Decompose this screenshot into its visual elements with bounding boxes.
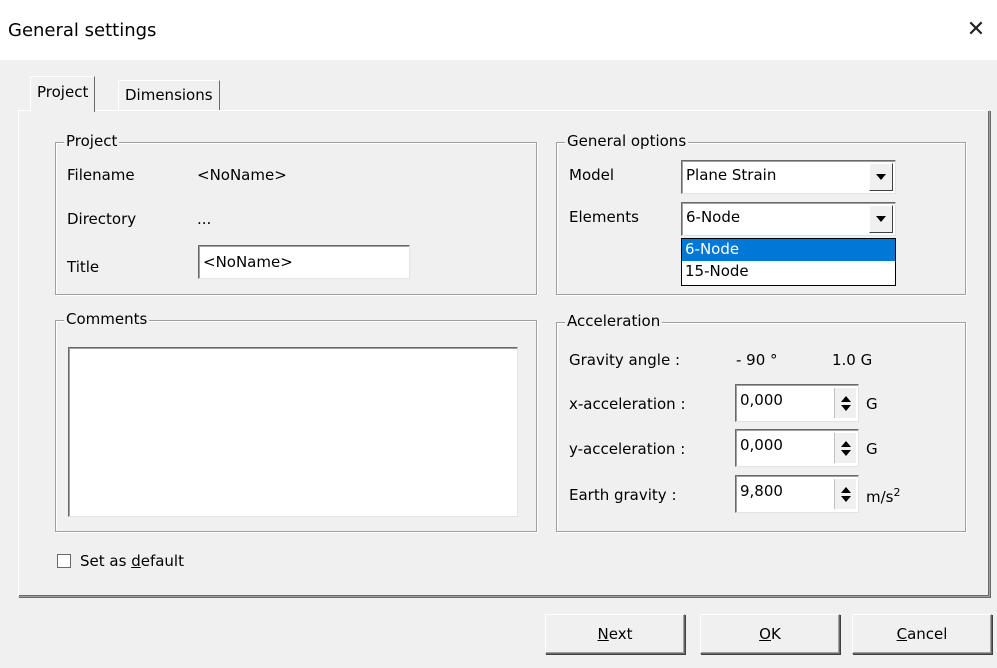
earth-gravity-unit-exponent: 2 [893, 486, 901, 499]
cancel-accel: C [896, 625, 908, 643]
title-bar: General settings ✕ [0, 0, 997, 60]
next-accel: N [597, 625, 609, 643]
elements-select-value: 6-Node [686, 208, 741, 226]
gravity-angle-label: Gravity angle : [569, 351, 680, 369]
next-rest: ext [608, 625, 633, 643]
y-acceleration-label: y-acceleration : [569, 440, 686, 458]
x-acceleration-spinner[interactable]: 0,000 [735, 384, 859, 422]
project-group-title: Project [64, 132, 120, 150]
ok-rest: K [770, 625, 781, 643]
earth-gravity-value: 9,800 [740, 482, 783, 500]
tab-project-label: Project [37, 83, 89, 101]
arrow-up-icon [840, 440, 851, 447]
title-input[interactable] [198, 245, 410, 279]
chevron-down-icon [876, 174, 886, 180]
close-icon[interactable]: ✕ [961, 14, 991, 44]
tab-project[interactable]: Project [30, 76, 96, 112]
y-acceleration-stepper[interactable] [834, 433, 856, 463]
set-as-default-label[interactable]: Set as default [80, 552, 184, 570]
title-label: Title [67, 258, 100, 276]
next-button[interactable]: Next [545, 614, 685, 654]
x-acceleration-label: x-acceleration : [569, 395, 686, 413]
set-as-default-label-accel: d [131, 552, 141, 570]
arrow-down-icon [840, 495, 851, 502]
x-acceleration-unit: G [866, 395, 878, 413]
elements-option-15-node[interactable]: 15-Node [682, 261, 895, 283]
earth-gravity-stepper[interactable] [834, 479, 856, 509]
arrow-down-icon [840, 404, 851, 411]
window-title: General settings [8, 20, 157, 41]
x-acceleration-stepper[interactable] [834, 388, 856, 418]
ok-button[interactable]: OK [700, 614, 840, 654]
model-select-value: Plane Strain [686, 166, 777, 184]
filename-label: Filename [67, 166, 135, 184]
chevron-down-icon [876, 216, 886, 222]
elements-select[interactable]: 6-Node [681, 202, 896, 236]
set-as-default-label-post: efault [140, 552, 184, 570]
model-dropdown-button[interactable] [869, 163, 893, 191]
elements-option-6-node[interactable]: 6-Node [682, 239, 895, 261]
set-as-default-label-pre: Set as [80, 552, 132, 570]
arrow-up-icon [840, 486, 851, 493]
tab-dimensions[interactable]: Dimensions [118, 80, 220, 110]
cancel-button[interactable]: Cancel [852, 614, 992, 654]
general-options-title: General options [565, 132, 689, 150]
gravity-angle-value: - 90 ° [736, 351, 778, 369]
ok-accel: O [759, 625, 771, 643]
y-acceleration-unit: G [866, 440, 878, 458]
cancel-rest: ancel [907, 625, 948, 643]
model-select[interactable]: Plane Strain [681, 160, 896, 194]
elements-dropdown-list: 6-Node 15-Node [681, 238, 896, 286]
elements-dropdown-button[interactable] [869, 205, 893, 233]
earth-gravity-unit-text: m/s [866, 488, 894, 506]
elements-label: Elements [569, 208, 639, 226]
set-as-default-checkbox[interactable] [57, 554, 71, 568]
directory-value: ... [197, 210, 212, 228]
arrow-down-icon [840, 449, 851, 456]
y-acceleration-spinner[interactable]: 0,000 [735, 429, 859, 467]
earth-gravity-spinner[interactable]: 9,800 [735, 475, 859, 513]
filename-value: <NoName> [197, 166, 287, 184]
earth-gravity-unit: m/s2 [866, 486, 900, 506]
gravity-g-value: 1.0 G [832, 351, 873, 369]
earth-gravity-label: Earth gravity : [569, 486, 677, 504]
comments-group-title: Comments [64, 310, 150, 328]
directory-label: Directory [67, 210, 137, 228]
y-acceleration-value: 0,000 [740, 436, 783, 454]
comments-textarea[interactable] [68, 347, 518, 517]
arrow-up-icon [840, 395, 851, 402]
x-acceleration-value: 0,000 [740, 391, 783, 409]
acceleration-group-title: Acceleration [565, 312, 663, 330]
model-label: Model [569, 166, 615, 184]
tab-dimensions-label: Dimensions [125, 86, 213, 104]
